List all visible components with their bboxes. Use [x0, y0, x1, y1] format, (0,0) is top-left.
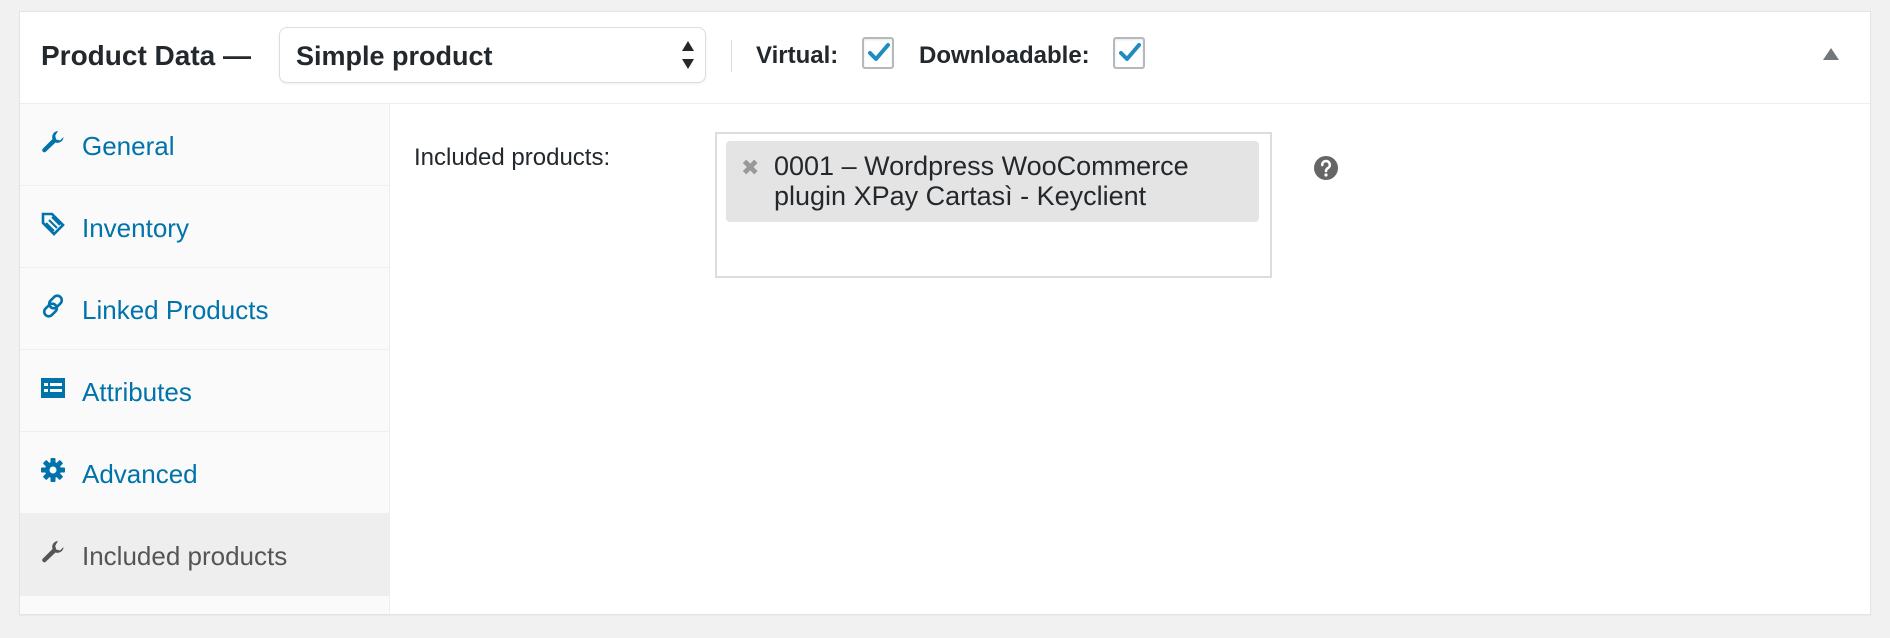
product-type-select[interactable]: Simple product [279, 27, 706, 83]
tab-label: Included products [82, 541, 288, 571]
help-tip-icon[interactable] [1313, 155, 1339, 181]
virtual-checkbox[interactable] [862, 37, 894, 69]
tab-content-included-products: Included products: ✖ 0001 – Wordpress Wo… [391, 104, 1870, 614]
tab-label: Linked Products [82, 295, 269, 325]
link-icon [42, 294, 64, 318]
product-data-panel: Product Data — Simple product Virtual: D… [19, 11, 1871, 615]
gear-icon [41, 458, 65, 482]
selected-product-chip: ✖ 0001 – Wordpress WooCommerce plugin XP… [726, 141, 1259, 222]
checkmark-icon [1119, 43, 1141, 61]
tab-label: Attributes [82, 377, 192, 407]
tab-label: General [82, 131, 175, 161]
product-type-value: Simple product [296, 41, 493, 71]
wrench-icon [42, 541, 64, 563]
downloadable-label: Downloadable: [919, 42, 1090, 69]
checkmark-icon [868, 43, 890, 61]
tab-included-products[interactable]: Included products [20, 514, 390, 596]
panel-header: Product Data — Simple product Virtual: D… [20, 12, 1870, 104]
tab-label: Inventory [82, 213, 189, 243]
tag-icon [41, 212, 65, 236]
table-icon [41, 378, 65, 398]
select-arrows-icon [682, 41, 694, 69]
tab-inventory[interactable]: Inventory [20, 186, 390, 268]
selected-product-text: 0001 – Wordpress WooCommerce plugin XPay… [774, 151, 1189, 211]
tab-label: Advanced [82, 459, 198, 489]
virtual-label: Virtual: [756, 42, 839, 69]
product-data-tabs: General Inventory Linked Products Attrib… [20, 104, 390, 614]
downloadable-checkbox[interactable] [1113, 37, 1145, 69]
tab-linked-products[interactable]: Linked Products [20, 268, 390, 350]
tab-advanced[interactable]: Advanced [20, 432, 390, 514]
remove-chip-icon[interactable]: ✖ [741, 155, 759, 181]
panel-title: Product Data — [41, 40, 252, 71]
included-products-label: Included products: [414, 144, 611, 171]
tab-general[interactable]: General [20, 104, 390, 186]
included-products-select[interactable]: ✖ 0001 – Wordpress WooCommerce plugin XP… [715, 132, 1272, 278]
wrench-icon [42, 131, 64, 153]
collapse-toggle-icon[interactable] [1822, 47, 1840, 61]
tab-attributes[interactable]: Attributes [20, 350, 390, 432]
header-divider [731, 40, 732, 72]
